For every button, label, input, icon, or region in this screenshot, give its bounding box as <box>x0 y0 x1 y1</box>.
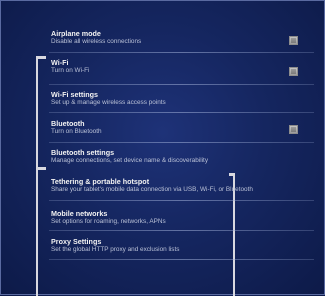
item-title: Proxy Settings <box>51 237 102 246</box>
settings-panel: Airplane mode Disable all wireless conne… <box>0 0 325 296</box>
item-subtitle: Turn on Bluetooth <box>51 128 102 135</box>
item-subtitle: Manage connections, set device name & di… <box>51 157 209 164</box>
bluetooth-checkbox[interactable] <box>289 125 298 134</box>
separator <box>49 259 314 260</box>
right-frame-tick <box>229 173 235 176</box>
settings-item-tethering[interactable]: Tethering & portable hotspot Share your … <box>51 177 313 194</box>
settings-item-mobile-networks[interactable]: Mobile networks Set options for roaming,… <box>51 209 313 226</box>
item-subtitle: Turn on Wi-Fi <box>51 67 90 74</box>
item-title: Bluetooth <box>51 119 85 128</box>
settings-item-wifi[interactable]: Wi-Fi Turn on Wi-Fi <box>51 58 313 75</box>
settings-item-bluetooth[interactable]: Bluetooth Turn on Bluetooth <box>51 119 313 136</box>
item-subtitle: Set options for roaming, networks, APNs <box>51 218 166 225</box>
settings-item-bluetooth-settings[interactable]: Bluetooth settings Manage connections, s… <box>51 148 313 165</box>
left-frame-tick-lower <box>36 167 46 170</box>
separator <box>49 112 314 113</box>
separator <box>49 142 314 143</box>
airplane-mode-checkbox[interactable] <box>289 36 298 45</box>
separator <box>49 52 314 53</box>
left-frame-line <box>36 56 38 296</box>
separator <box>49 230 314 231</box>
item-title: Mobile networks <box>51 209 108 218</box>
settings-item-proxy[interactable]: Proxy Settings Set the global HTTP proxy… <box>51 237 313 254</box>
item-title: Wi-Fi settings <box>51 90 99 99</box>
item-subtitle: Share your tablet's mobile data connecti… <box>51 186 253 193</box>
item-title: Bluetooth settings <box>51 148 115 157</box>
item-title: Airplane mode <box>51 29 101 38</box>
wifi-checkbox[interactable] <box>289 67 298 76</box>
left-frame-tick <box>36 56 46 59</box>
separator <box>49 84 314 85</box>
separator <box>49 200 314 201</box>
item-subtitle: Set up & manage wireless access points <box>51 99 166 106</box>
settings-item-wifi-settings[interactable]: Wi-Fi settings Set up & manage wireless … <box>51 90 313 107</box>
item-title: Wi-Fi <box>51 58 69 67</box>
item-subtitle: Disable all wireless connections <box>51 38 142 45</box>
item-subtitle: Set the global HTTP proxy and exclusion … <box>51 246 180 253</box>
item-title: Tethering & portable hotspot <box>51 177 150 186</box>
settings-item-airplane-mode[interactable]: Airplane mode Disable all wireless conne… <box>51 29 313 46</box>
